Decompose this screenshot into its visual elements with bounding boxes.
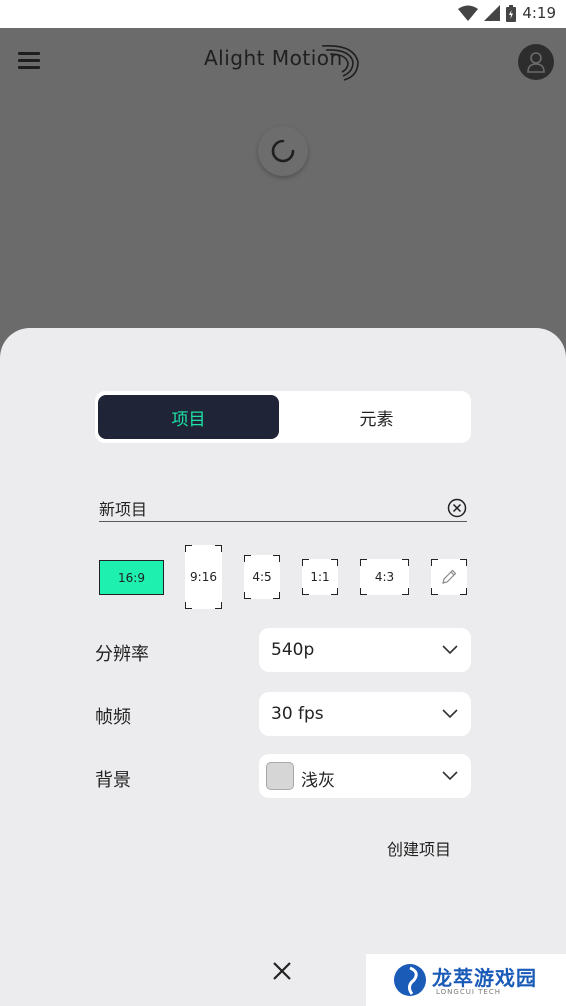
close-icon[interactable] — [271, 960, 293, 982]
background-color-swatch — [266, 762, 294, 790]
ratio-label: 1:1 — [310, 570, 330, 584]
chevron-down-icon — [442, 645, 458, 655]
watermark: 龙萃游戏园 LONGCUI TECH — [366, 954, 566, 1006]
frame-rate-label: 帧频 — [95, 707, 131, 728]
battery-icon — [506, 4, 517, 22]
watermark-subtitle: LONGCUI TECH — [436, 988, 501, 996]
watermark-title: 龙萃游戏园 — [432, 966, 537, 990]
ratio-custom-button[interactable] — [431, 559, 467, 595]
new-project-sheet: 项目 元素 16:9 9:16 4:5 1:1 4:3 分辨率 540 — [0, 328, 566, 1006]
create-project-button[interactable]: 创建项目 — [387, 836, 451, 860]
background-value: 浅灰 — [301, 771, 335, 791]
status-time: 4:19 — [522, 4, 556, 22]
ratio-1-1-button[interactable]: 1:1 — [302, 559, 338, 595]
status-bar: 4:19 — [0, 0, 566, 28]
logo-swirl-icon — [321, 45, 359, 81]
ratio-9-16-button[interactable]: 9:16 — [185, 545, 222, 609]
app-bar: Alight Motion — [0, 28, 566, 328]
signal-icon — [484, 5, 501, 21]
ratio-label: 4:5 — [252, 570, 272, 584]
tab-project[interactable]: 项目 — [98, 395, 279, 439]
ratio-4-5-button[interactable]: 4:5 — [244, 555, 280, 599]
pencil-icon — [442, 569, 457, 584]
ratio-label: 16:9 — [118, 570, 145, 585]
project-name-field — [99, 494, 467, 522]
menu-button[interactable] — [18, 52, 40, 70]
loading-icon — [271, 139, 295, 163]
resolution-select[interactable]: 540p — [259, 628, 471, 672]
loading-spinner — [258, 126, 308, 176]
type-segmented-control: 项目 元素 — [95, 391, 471, 443]
status-icons: 4:19 — [458, 4, 556, 22]
wifi-icon — [458, 5, 479, 21]
tab-element[interactable]: 元素 — [285, 395, 468, 439]
watermark-logo-icon — [394, 964, 426, 996]
user-icon — [527, 52, 545, 73]
account-avatar-button[interactable] — [518, 44, 554, 80]
resolution-value: 540p — [271, 640, 315, 660]
clear-icon[interactable] — [447, 498, 467, 518]
chevron-down-icon — [442, 771, 458, 781]
background-select[interactable]: 浅灰 — [259, 754, 471, 798]
resolution-label: 分辨率 — [95, 644, 149, 665]
ratio-label: 9:16 — [190, 570, 217, 584]
ratio-4-3-button[interactable]: 4:3 — [360, 559, 409, 595]
background-label: 背景 — [95, 770, 131, 791]
frame-rate-value: 30 fps — [271, 704, 324, 724]
project-name-input[interactable] — [99, 494, 439, 522]
frame-rate-select[interactable]: 30 fps — [259, 692, 471, 736]
chevron-down-icon — [442, 709, 458, 719]
ratio-label: 4:3 — [374, 570, 395, 584]
ratio-16-9-button[interactable]: 16:9 — [99, 560, 164, 595]
